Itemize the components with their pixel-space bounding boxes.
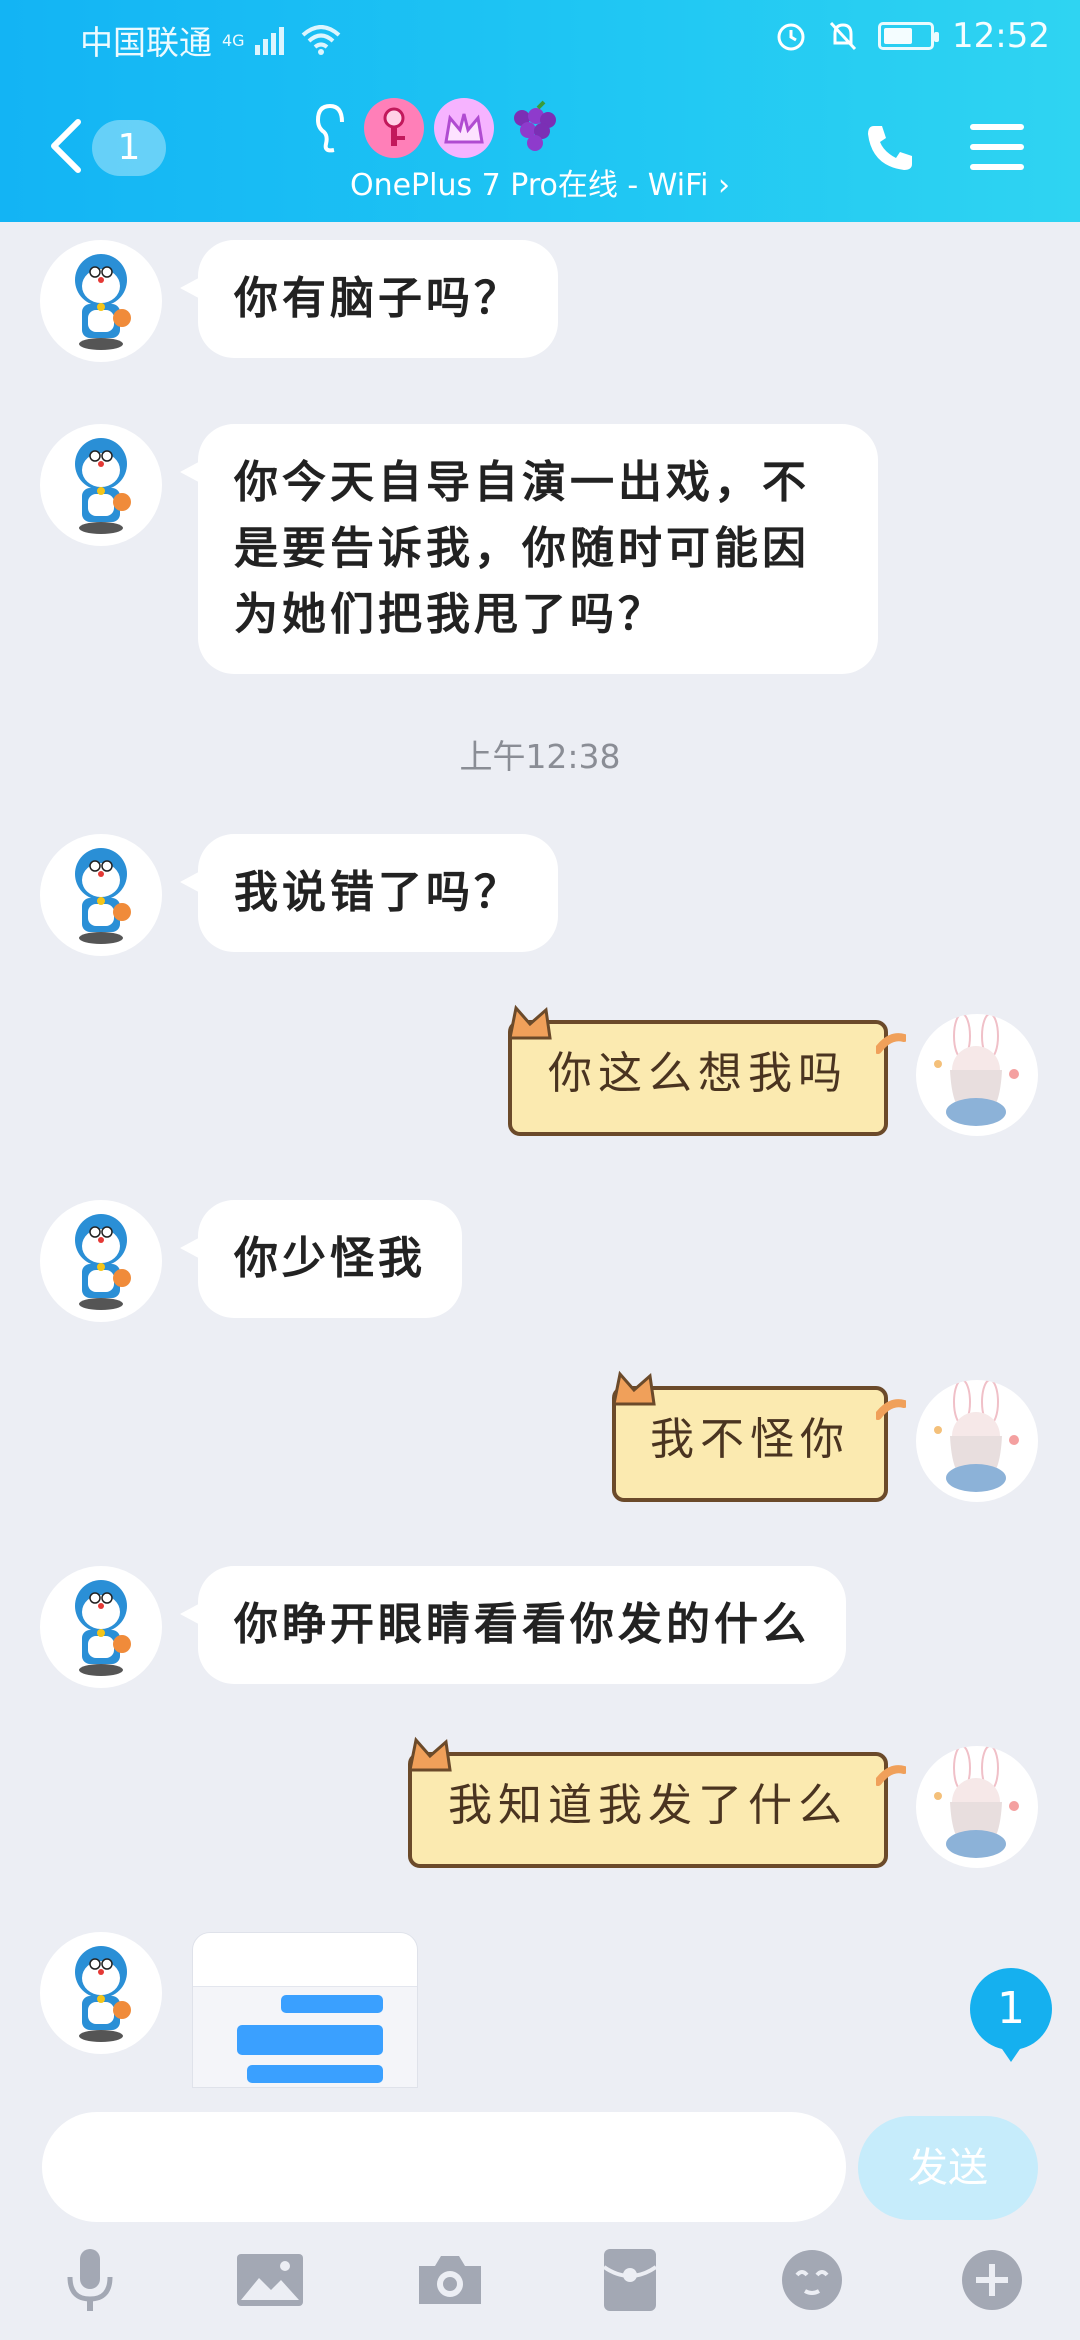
sticker-message-bubble[interactable]: 我不怪你	[612, 1370, 906, 1502]
new-message-badge[interactable]: 1	[970, 1968, 1052, 2062]
clock-label: 12:52	[952, 16, 1050, 56]
thumb-bubble	[247, 2065, 383, 2083]
cat-ear-icon	[508, 1004, 552, 1040]
plus-icon[interactable]	[952, 2240, 1032, 2320]
cat-tail-icon	[876, 1399, 906, 1420]
sticker-message-bubble[interactable]: 你这么想我吗	[508, 1004, 906, 1136]
contact-badges	[310, 98, 564, 158]
input-toolbar	[0, 2240, 1080, 2340]
send-button[interactable]: 发送	[858, 2116, 1038, 2220]
doraemon-avatar-icon	[75, 1946, 131, 2042]
emoji-icon[interactable]	[772, 2240, 852, 2320]
message-text: 你睁开眼睛看看你发的什么	[234, 1599, 810, 1650]
doraemon-avatar-icon	[75, 438, 131, 534]
doraemon-avatar-icon	[75, 254, 131, 350]
battery-icon	[878, 22, 940, 50]
status-bar-left: 中国联通 4G	[80, 16, 341, 64]
contact-avatar[interactable]	[40, 1566, 162, 1688]
message-text: 你有脑子吗？	[234, 273, 522, 324]
message-line: 是要告诉我，你随时可能因	[234, 523, 810, 574]
picture-icon[interactable]	[230, 2240, 310, 2320]
message-line: 为她们把我甩了吗？	[234, 589, 666, 640]
message-bubble[interactable]: 我说错了吗？	[180, 834, 558, 952]
wifi-icon	[301, 25, 340, 55]
thumb-bubble	[237, 2025, 383, 2055]
input-area: 发送	[0, 2092, 1080, 2340]
message-text: 我不怪你	[650, 1414, 850, 1465]
thumb-title-bar	[193, 1947, 417, 1987]
alarm-icon	[777, 23, 805, 51]
network-type-label: 4G	[222, 30, 245, 50]
contact-avatar[interactable]	[40, 240, 162, 362]
message-text: 你少怪我	[234, 1233, 426, 1284]
microphone-icon[interactable]	[50, 2240, 130, 2320]
mute-bell-icon	[829, 21, 857, 51]
signal-icon	[254, 27, 284, 55]
ear-icon	[315, 103, 344, 153]
my-avatar[interactable]	[916, 1014, 1038, 1136]
bunny-girl-avatar-icon	[934, 1746, 1019, 1858]
doraemon-avatar-icon	[75, 1214, 131, 1310]
thumb-bubble	[281, 1995, 383, 2013]
cat-tail-icon	[876, 1033, 906, 1054]
my-avatar[interactable]	[916, 1746, 1038, 1868]
cat-ear-icon	[408, 1736, 452, 1772]
contact-avatar[interactable]	[40, 1200, 162, 1322]
time-divider: 上午12:38	[459, 737, 621, 776]
message-bubble[interactable]: 你有脑子吗？	[180, 240, 558, 358]
message-text: 我知道我发了什么	[448, 1780, 848, 1831]
message-input[interactable]	[42, 2112, 846, 2222]
thumb-status-bar	[193, 1933, 417, 1947]
red-packet-icon[interactable]	[590, 2240, 670, 2320]
chat-header: 中国联通 4G 12:52 1 OnePlus 7 Pro在线 - WiFi ›	[0, 0, 1080, 222]
message-text: 我说错了吗？	[234, 867, 522, 918]
crown-icon	[434, 98, 494, 158]
message-bubble[interactable]: 你睁开眼睛看看你发的什么	[180, 1566, 846, 1684]
sticker-message-bubble[interactable]: 我知道我发了什么	[408, 1736, 906, 1868]
phone-call-icon[interactable]	[862, 120, 918, 176]
grape-icon	[504, 98, 564, 158]
contact-avatar[interactable]	[40, 834, 162, 956]
bunny-girl-avatar-icon	[934, 1380, 1019, 1492]
contact-online-status[interactable]: OnePlus 7 Pro在线 - WiFi ›	[0, 160, 1080, 204]
doraemon-avatar-icon	[75, 1580, 131, 1676]
my-avatar[interactable]	[916, 1380, 1038, 1502]
menu-icon[interactable]	[970, 124, 1024, 172]
message-line: 你今天自导自演一出戏，不	[234, 457, 810, 508]
message-text: 你这么想我吗	[548, 1048, 848, 1099]
bunny-girl-avatar-icon	[934, 1014, 1019, 1126]
message-bubble[interactable]: 你少怪我	[180, 1200, 462, 1318]
image-message-thumbnail[interactable]	[192, 1932, 418, 2088]
carrier-label: 中国联通	[80, 23, 212, 62]
contact-avatar[interactable]	[40, 424, 162, 546]
cat-tail-icon	[876, 1765, 906, 1786]
key-icon	[364, 98, 424, 158]
battery-level	[884, 28, 913, 44]
cat-ear-icon	[612, 1370, 656, 1406]
camera-icon[interactable]	[410, 2240, 490, 2320]
doraemon-avatar-icon	[75, 848, 131, 944]
status-bar-right: 12:52	[774, 16, 1050, 56]
message-bubble[interactable]: 你今天自导自演一出戏，不 是要告诉我，你随时可能因 为她们把我甩了吗？	[180, 424, 878, 674]
contact-avatar[interactable]	[40, 1932, 162, 2054]
